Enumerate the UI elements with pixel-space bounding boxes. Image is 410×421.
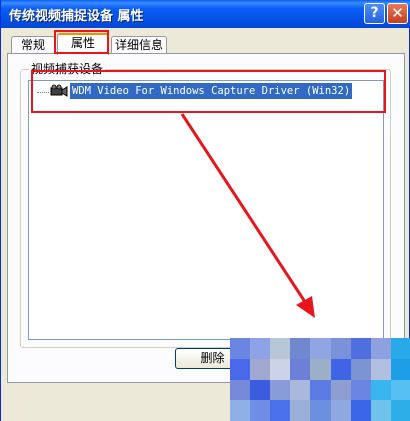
mosaic-cell <box>330 400 351 421</box>
mosaic-cell <box>310 379 331 401</box>
mosaic-cell <box>270 400 291 421</box>
mosaic-cell <box>390 400 410 421</box>
mosaic-cell <box>350 338 371 359</box>
tab-properties[interactable]: 属性 <box>57 33 109 55</box>
mosaic-cell <box>230 400 251 421</box>
mosaic-cell <box>390 358 410 380</box>
mosaic-cell <box>270 358 291 380</box>
mosaic-cell <box>250 338 271 359</box>
mosaic-cell <box>290 379 311 401</box>
close-button[interactable]: ✕ <box>387 3 408 24</box>
tab-general[interactable]: 常规 <box>11 36 55 54</box>
tab-panel: 视频捕获设备 WDM Video For Windows Capture Dri… <box>7 53 405 383</box>
mosaic-cell <box>290 338 311 359</box>
mosaic-cell <box>230 379 251 401</box>
device-name: WDM Video For Windows Capture Driver (Wi… <box>70 83 353 99</box>
mosaic-cell <box>250 379 271 401</box>
window-title: 传统视频捕捉设备 属性 <box>9 9 144 24</box>
properties-dialog: 传统视频捕捉设备 属性 ? ✕ 常规 属性 详细信息 视频捕获设备 WDM Vi… <box>0 0 410 421</box>
tab-details[interactable]: 详细信息 <box>111 36 167 54</box>
mosaic-cell <box>350 379 371 401</box>
tree-connector <box>37 92 49 93</box>
mosaic-cell <box>230 358 251 380</box>
mosaic-cell <box>230 338 251 359</box>
mosaic-cell <box>290 400 311 421</box>
mosaic-cell <box>370 400 391 421</box>
mosaic-cell <box>350 358 371 380</box>
camera-icon <box>50 84 68 97</box>
help-button[interactable]: ? <box>364 3 385 24</box>
close-icon: ✕ <box>391 4 404 22</box>
mosaic-cell <box>250 358 271 380</box>
mosaic-cell <box>310 400 331 421</box>
mosaic-cell <box>290 358 311 380</box>
mosaic-cell <box>390 338 410 359</box>
mosaic-cell <box>310 338 331 359</box>
mosaic-cell <box>370 379 391 401</box>
mosaic-cell <box>370 338 391 359</box>
device-list[interactable]: WDM Video For Windows Capture Driver (Wi… <box>28 80 384 340</box>
mosaic-cell <box>250 400 271 421</box>
title-bar[interactable]: 传统视频捕捉设备 属性 ? ✕ <box>1 0 410 28</box>
mosaic-cell <box>270 379 291 401</box>
mosaic-cell <box>350 400 371 421</box>
pixelated-overlay <box>230 338 410 421</box>
mosaic-cell <box>390 379 410 401</box>
mosaic-cell <box>310 358 331 380</box>
mosaic-cell <box>370 358 391 380</box>
mosaic-cell <box>330 358 351 380</box>
help-icon: ? <box>370 5 379 21</box>
mosaic-cell <box>270 338 291 359</box>
mosaic-cell <box>330 338 351 359</box>
group-label: 视频捕获设备 <box>29 62 106 76</box>
mosaic-cell <box>330 379 351 401</box>
capture-device-group: 视频捕获设备 WDM Video For Windows Capture Dri… <box>20 62 391 348</box>
